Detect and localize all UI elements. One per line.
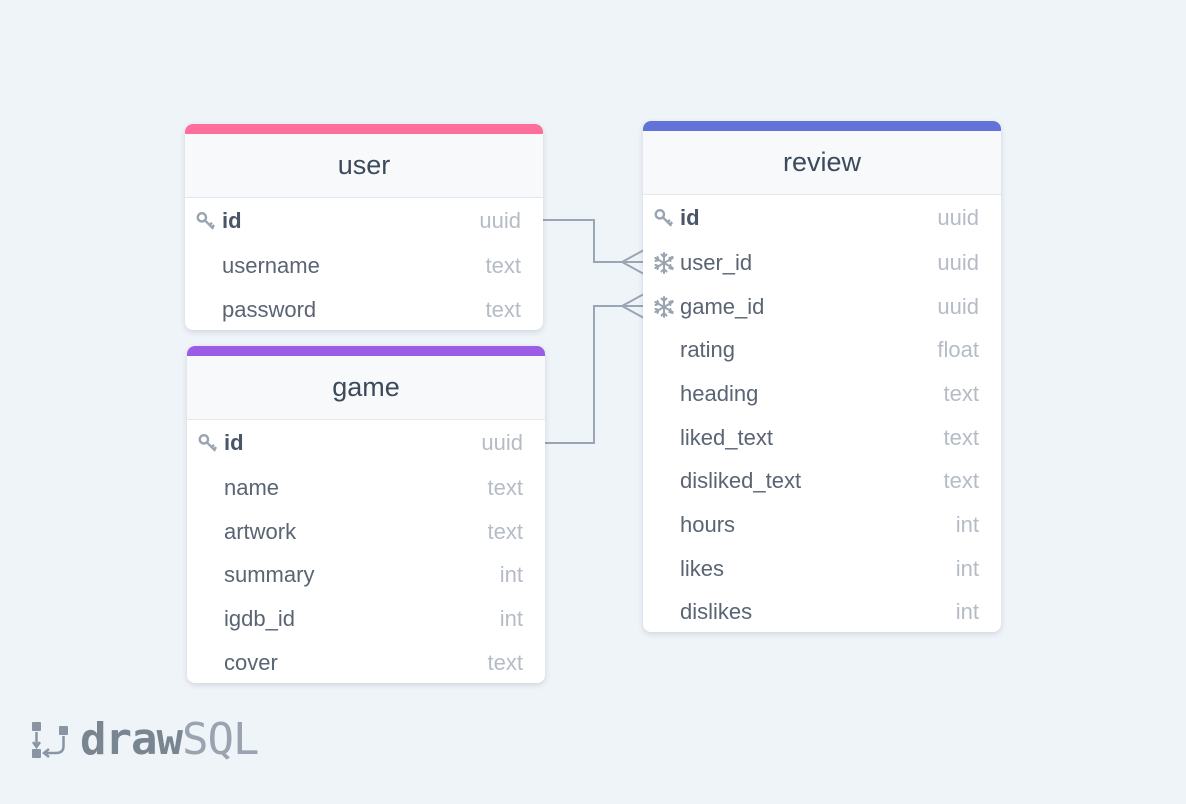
column-name: id <box>224 430 244 455</box>
column-type: uuid <box>937 249 979 275</box>
column-row-hours[interactable]: hours int <box>643 503 1001 547</box>
column-name: cover <box>224 649 278 675</box>
column-row-id[interactable]: id uuid <box>187 420 545 466</box>
column-name: username <box>222 252 320 278</box>
column-list: id uuid user_id uuid game_id uuid rating float h… <box>643 195 1001 632</box>
table-title[interactable]: user <box>185 134 543 198</box>
column-name: name <box>224 474 280 500</box>
column-row-heading[interactable]: heading text <box>643 372 1001 416</box>
column-row-artwork[interactable]: artwork text <box>187 510 545 554</box>
column-type: float <box>937 337 979 363</box>
column-name: dislikes <box>680 599 753 625</box>
column-type: uuid <box>479 208 521 233</box>
column-name: liked_text <box>680 424 773 450</box>
column-name: hours <box>680 511 736 537</box>
drawsql-logo[interactable]: draw SQL <box>30 713 259 765</box>
drawsql-logo-icon <box>31 722 68 758</box>
column-type: text <box>487 518 523 544</box>
column-type: int <box>499 605 523 631</box>
table-accent-bar <box>185 124 543 134</box>
logo-text-draw: draw <box>80 713 183 765</box>
column-row-likes[interactable]: likes int <box>643 547 1001 591</box>
column-row-user-id[interactable]: user_id uuid <box>643 241 1001 285</box>
column-list: id uuid name text artwork text summary int igdb_… <box>187 420 545 683</box>
column-name: game_id <box>680 293 765 319</box>
connector-game-review[interactable] <box>545 305 644 444</box>
column-name: user_id <box>680 249 753 275</box>
column-name: password <box>222 296 317 322</box>
column-row-liked-text[interactable]: liked_text text <box>643 416 1001 460</box>
column-name: id <box>680 205 700 230</box>
column-type: text <box>487 649 523 675</box>
table-accent-bar <box>643 121 1001 131</box>
column-name: disliked_text <box>680 468 802 494</box>
column-type: uuid <box>937 205 979 230</box>
column-name: heading <box>680 380 759 406</box>
column-type: int <box>499 562 523 588</box>
column-type: int <box>955 511 979 537</box>
column-type: uuid <box>937 293 979 319</box>
column-row-name[interactable]: name text <box>187 466 545 510</box>
column-type: text <box>943 424 979 450</box>
column-type: text <box>485 296 521 322</box>
table-game[interactable]: game id uuid name text artwork text summary int… <box>187 346 545 683</box>
column-row-rating[interactable]: rating float <box>643 328 1001 372</box>
column-row-id[interactable]: id uuid <box>643 195 1001 241</box>
key-icon <box>652 206 676 230</box>
column-row-password[interactable]: password text <box>185 288 543 330</box>
column-row-summary[interactable]: summary int <box>187 553 545 597</box>
column-list: id uuid username text password text <box>185 198 543 330</box>
column-name: rating <box>680 337 736 363</box>
table-review[interactable]: review id uuid user_id uuid game_id uuid ratin… <box>643 121 1001 632</box>
table-accent-bar <box>187 346 545 356</box>
column-name: igdb_id <box>224 605 295 631</box>
column-type: text <box>943 468 979 494</box>
column-type: text <box>943 380 979 406</box>
column-type: text <box>487 474 523 500</box>
column-row-username[interactable]: username text <box>185 244 543 288</box>
column-row-dislikes[interactable]: dislikes int <box>643 591 1001 633</box>
snowflake-icon <box>652 251 676 275</box>
column-row-igdb-id[interactable]: igdb_id int <box>187 597 545 641</box>
column-row-disliked-text[interactable]: disliked_text text <box>643 459 1001 503</box>
column-row-game-id[interactable]: game_id uuid <box>643 285 1001 329</box>
column-row-cover[interactable]: cover text <box>187 641 545 683</box>
column-type: int <box>955 555 979 581</box>
logo-text-sql: SQL <box>181 713 259 765</box>
table-title[interactable]: review <box>643 131 1001 195</box>
column-name: summary <box>224 562 315 588</box>
table-title[interactable]: game <box>187 356 545 420</box>
column-name: id <box>222 208 242 233</box>
column-name: artwork <box>224 518 297 544</box>
snowflake-icon <box>652 295 676 319</box>
column-row-id[interactable]: id uuid <box>185 198 543 244</box>
connector-user-review[interactable] <box>543 219 644 263</box>
relationship-connectors <box>543 219 645 444</box>
column-name: likes <box>680 555 725 581</box>
key-icon <box>194 209 218 233</box>
column-type: int <box>955 599 979 625</box>
column-type: uuid <box>481 430 523 455</box>
table-user[interactable]: user id uuid username text password text <box>185 124 543 330</box>
column-type: text <box>485 252 521 278</box>
key-icon <box>196 431 220 455</box>
